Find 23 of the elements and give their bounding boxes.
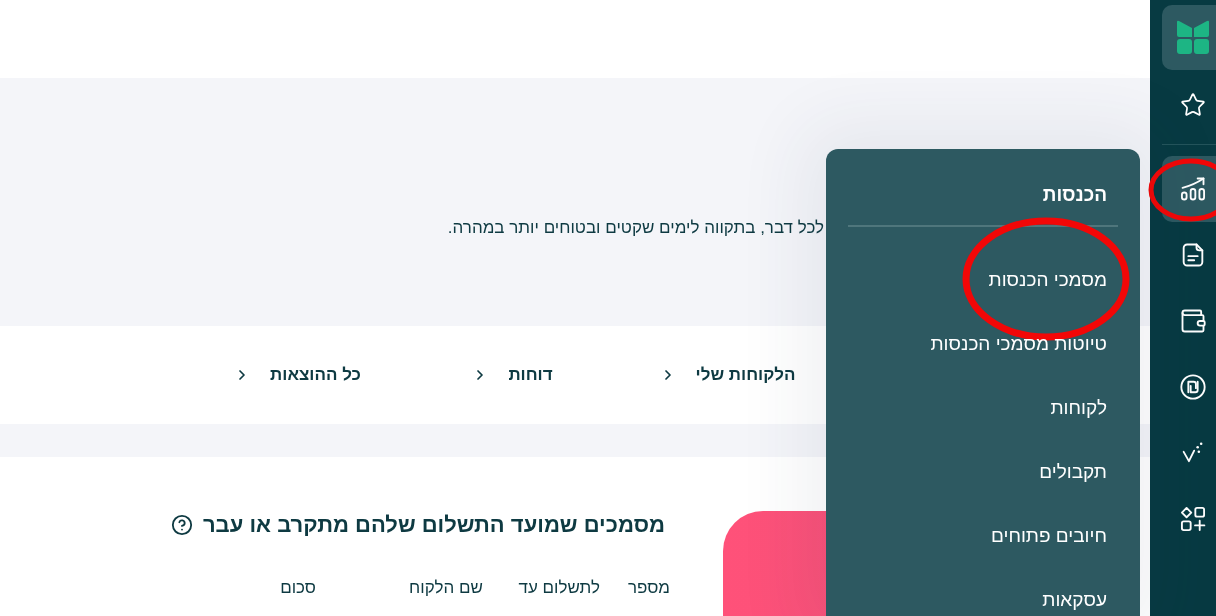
chart-icon	[1179, 175, 1207, 203]
column-header: מספר	[627, 577, 670, 599]
column-header: לתשלום עד	[518, 577, 600, 599]
menu-item[interactable]: מסמכי הכנסות	[988, 269, 1107, 291]
menu-item[interactable]: לקוחות	[1050, 397, 1107, 419]
notice-text: לכל דבר, בתקווה לימים שקטים ובטוחים יותר במהרה.	[447, 217, 824, 239]
section-title: מסמכים שמועד התשלום שלהם מתקרב או עבר	[202, 511, 665, 539]
menu-item[interactable]: טיוטות מסמכי הכנסות	[930, 333, 1107, 355]
menu-item[interactable]: חיובים פתוחים	[990, 525, 1107, 547]
column-header: שם הלקוח	[409, 577, 483, 599]
column-header: סכום	[280, 577, 316, 599]
shapes-icon	[1179, 505, 1207, 533]
menu-title: הכנסות	[1042, 183, 1107, 207]
menu-item[interactable]: עסקאות	[1042, 589, 1107, 611]
help-icon	[170, 514, 193, 536]
quick-link[interactable]: דוחות	[472, 364, 553, 386]
star-icon	[1180, 92, 1206, 118]
menu-item[interactable]: תקבולים	[1039, 461, 1107, 483]
logo-icon	[1162, 5, 1216, 70]
wallet-icon	[1179, 307, 1207, 335]
quick-link[interactable]: הלקוחות שלי	[659, 364, 796, 386]
quick-link[interactable]: כל ההוצאות	[234, 364, 361, 386]
shekel-icon	[1179, 373, 1207, 401]
